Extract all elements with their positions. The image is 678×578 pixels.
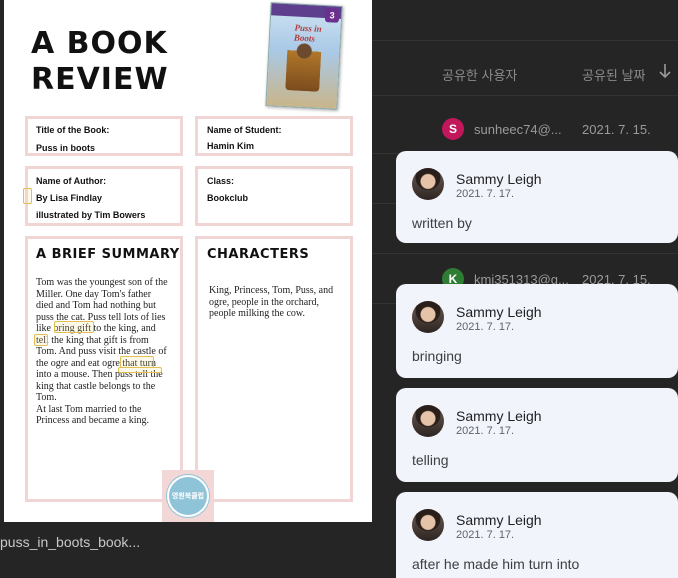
author-line-1: By Lisa Findlay xyxy=(36,193,103,203)
class-label: Class: xyxy=(207,176,235,186)
avatar: S xyxy=(442,118,464,140)
document-preview: A BOOK REVIEW 3 Puss in Boots Title of t… xyxy=(4,0,372,522)
book-cover-image: 3 Puss in Boots xyxy=(265,2,343,110)
comment-author: Sammy Leigh xyxy=(456,171,542,187)
comment-highlight[interactable] xyxy=(34,334,48,346)
comment-date: 2021. 7. 17. xyxy=(456,188,515,200)
avatar xyxy=(412,168,444,200)
characters-heading: CHARACTERS xyxy=(207,247,310,262)
avatar xyxy=(412,301,444,333)
comment-highlight[interactable] xyxy=(23,188,32,204)
comment-highlight[interactable] xyxy=(118,367,162,373)
comment-card[interactable]: Sammy Leigh 2021. 7. 17. after he made h… xyxy=(396,492,678,578)
student-box: Name of Student: Hamin Kim xyxy=(195,116,353,156)
column-shared-date[interactable]: 공유된 날짜 xyxy=(582,65,645,84)
class-value: Bookclub xyxy=(207,193,249,203)
series-number: 3 xyxy=(324,8,340,23)
summary-line: Miller. One day Tom's father xyxy=(36,288,152,300)
summary-line: tell the king that gift is from xyxy=(36,334,149,346)
class-box: Class: Bookclub xyxy=(195,166,353,226)
author-label: Name of Author: xyxy=(36,176,107,186)
club-stamp-logo: 영원북클럽 xyxy=(162,470,214,522)
summary-line: Princess and became a king. xyxy=(36,415,150,426)
title-line-2: REVIEW xyxy=(31,62,169,97)
comment-text: telling xyxy=(412,452,449,468)
characters-box: CHARACTERS King, Princess, Tom, Puss, an… xyxy=(195,236,353,502)
summary-line: At last Tom married to the xyxy=(36,403,142,415)
comment-card[interactable]: Sammy Leigh 2021. 7. 17. written by xyxy=(396,151,678,243)
shared-date: 2021. 7. 15. xyxy=(582,122,651,137)
comment-author: Sammy Leigh xyxy=(456,408,542,424)
comment-date: 2021. 7. 17. xyxy=(456,529,515,541)
book-title-box: Title of the Book: Puss in boots xyxy=(25,116,183,156)
comment-highlight[interactable] xyxy=(54,321,94,333)
author-box: Name of Author: By Lisa Findlay illustra… xyxy=(25,166,183,226)
comment-author: Sammy Leigh xyxy=(456,512,542,528)
comment-text: after he made him turn into xyxy=(412,556,580,572)
summary-line: Tom was the youngest son of the xyxy=(36,277,168,288)
comment-card[interactable]: Sammy Leigh 2021. 7. 17. telling xyxy=(396,388,678,482)
shared-by-user: sunheec74@... xyxy=(474,122,562,137)
comment-card[interactable]: Sammy Leigh 2021. 7. 17. bringing xyxy=(396,284,678,378)
summary-text: Tom was the youngest son of the Miller. … xyxy=(36,277,168,427)
summary-line: Tom. xyxy=(36,392,57,403)
characters-line: ogre, people in the orchard, xyxy=(209,296,319,308)
sort-arrow-down-icon[interactable] xyxy=(658,63,672,79)
author-line-2: illustrated by Tim Bowers xyxy=(36,210,146,220)
student-label: Name of Student: xyxy=(207,125,282,135)
title-line-1: A BOOK xyxy=(31,26,168,61)
file-list-header: 공유한 사용자 공유된 날짜 xyxy=(372,40,678,96)
file-name[interactable]: puss_in_boots_book... xyxy=(0,534,140,550)
comment-date: 2021. 7. 17. xyxy=(456,425,515,437)
characters-line: King, Princess, Tom, Puss, and xyxy=(209,285,334,296)
comment-author: Sammy Leigh xyxy=(456,304,542,320)
characters-text: King, Princess, Tom, Puss, and ogre, peo… xyxy=(209,285,333,320)
book-title-label: Title of the Book: xyxy=(36,125,110,135)
avatar xyxy=(412,405,444,437)
comment-text: written by xyxy=(412,215,472,231)
comment-date: 2021. 7. 17. xyxy=(456,321,515,333)
characters-line: people milking the cow. xyxy=(209,308,305,319)
summary-line: died and Tom had nothing but xyxy=(36,300,156,311)
book-title-value: Puss in boots xyxy=(36,143,96,153)
avatar xyxy=(412,509,444,541)
page-title: A BOOK REVIEW xyxy=(31,26,169,98)
summary-heading: A BRIEF SUMMARY xyxy=(36,247,180,262)
comment-text: bringing xyxy=(412,348,462,364)
file-row[interactable]: S sunheec74@... 2021. 7. 15. xyxy=(372,104,678,154)
stamp-text: 영원북클럽 xyxy=(167,475,209,517)
summary-line: king that castle belongs to the xyxy=(36,380,156,392)
column-shared-by[interactable]: 공유한 사용자 xyxy=(442,65,517,84)
student-value: Hamin Kim xyxy=(207,141,255,151)
